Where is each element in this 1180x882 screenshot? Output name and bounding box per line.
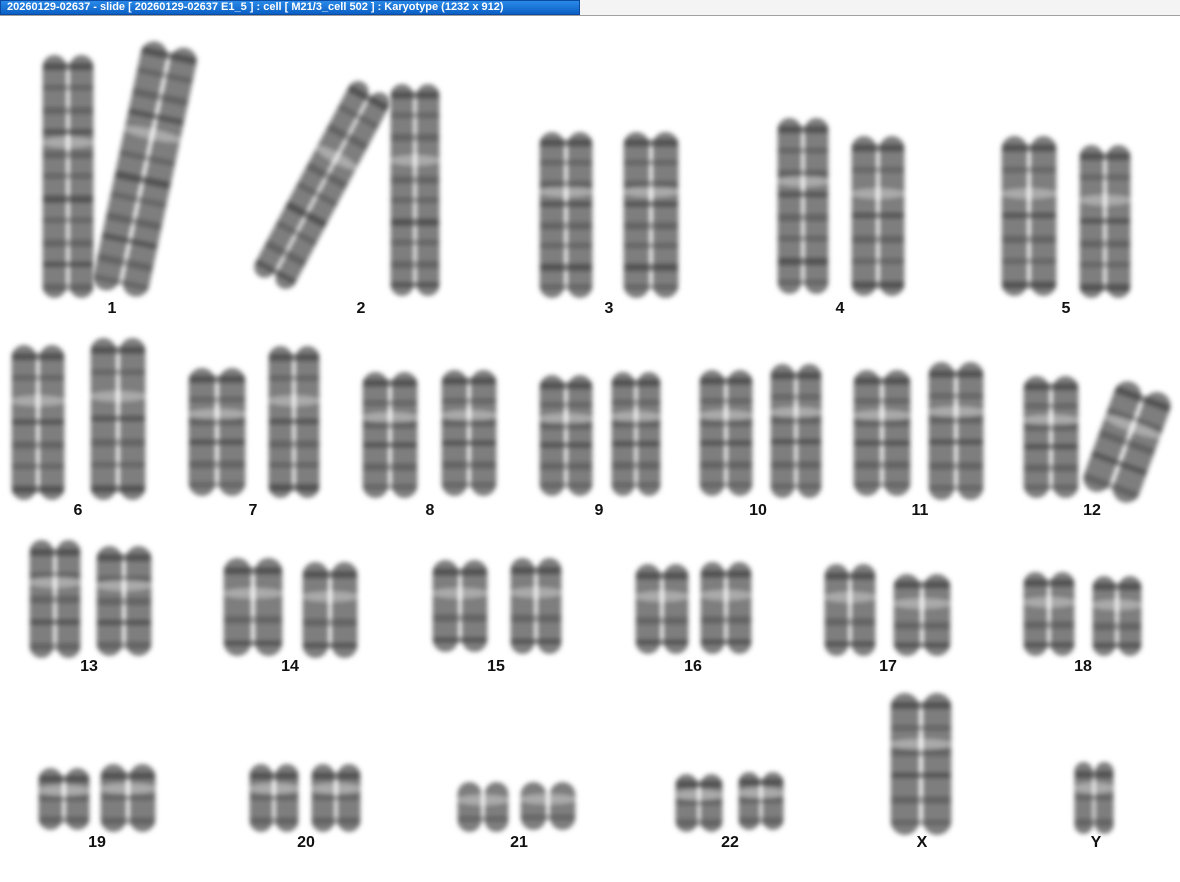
chromosome-label-18: 18 <box>1074 658 1092 675</box>
chromosome-label-17: 17 <box>879 658 897 675</box>
chromosome-14-homolog-1[interactable] <box>223 558 283 656</box>
chromosome-21-homolog-1[interactable] <box>457 782 509 832</box>
chromosome-2-homolog-2[interactable] <box>390 84 440 296</box>
chromosome-21-homolog-2[interactable] <box>520 782 576 830</box>
chromosome-group-20[interactable]: 20 <box>249 764 361 851</box>
chromosome-1-homolog-1[interactable] <box>42 55 94 298</box>
chromosome-6-homolog-1[interactable] <box>11 345 65 500</box>
chromosome-group-13[interactable]: 13 <box>29 540 152 675</box>
chromosome-label-11: 11 <box>912 502 929 519</box>
chromosome-22-homolog-1[interactable] <box>675 774 723 832</box>
chromosome-15-homolog-1[interactable] <box>432 560 488 652</box>
chromosome-label-8: 8 <box>426 502 435 519</box>
chromosome-group-10[interactable]: 10 <box>699 364 822 519</box>
chromosome-label-2: 2 <box>357 300 366 317</box>
window-title[interactable]: 20260129-02637 - slide [ 20260129-02637 … <box>0 0 580 15</box>
chromosome-group-3[interactable]: 3 <box>539 132 679 317</box>
chromosome-label-5: 5 <box>1062 300 1071 317</box>
chromosome-group-21[interactable]: 21 <box>457 782 576 851</box>
chromosome-3-homolog-1[interactable] <box>539 132 593 298</box>
chromosome-20-homolog-1[interactable] <box>249 764 299 832</box>
chromosome-14-homolog-2[interactable] <box>302 562 358 658</box>
chromosome-group-8[interactable]: 8 <box>362 370 497 519</box>
chromosome-5-homolog-2[interactable] <box>1079 145 1131 298</box>
chromosome-group-17[interactable]: 17 <box>824 564 951 675</box>
chromosome-19-homolog-2[interactable] <box>100 764 156 832</box>
karyogram-canvas: 1 2 3 4 56 7 8 9 10 11 1213 14 15 16 17 1819 20 21 22 X Y <box>11 39 1175 851</box>
chromosome-label-4: 4 <box>836 300 845 317</box>
chromosome-group-14[interactable]: 14 <box>223 558 358 675</box>
chromosome-group-11[interactable]: 11 <box>853 362 984 519</box>
chromosome-3-homolog-2[interactable] <box>623 132 679 298</box>
chromosome-13-homolog-2[interactable] <box>96 546 152 656</box>
chromosome-8-homolog-1[interactable] <box>362 372 418 498</box>
chromosome-11-homolog-1[interactable] <box>853 370 911 496</box>
chromosome-group-9[interactable]: 9 <box>539 372 661 519</box>
chromosome-20-homolog-2[interactable] <box>311 764 361 832</box>
chromosome-4-homolog-1[interactable] <box>777 118 829 294</box>
chromosome-label-6: 6 <box>74 502 83 519</box>
chromosome-group-4[interactable]: 4 <box>777 118 905 317</box>
chromosome-12-homolog-2[interactable] <box>1079 377 1175 507</box>
chromosome-16-homolog-2[interactable] <box>700 562 752 654</box>
chromosome-label-14: 14 <box>281 658 299 675</box>
chromosome-15-homolog-2[interactable] <box>510 558 562 654</box>
chromosome-label-22: 22 <box>721 834 739 851</box>
chromosome-group-22[interactable]: 22 <box>675 772 784 851</box>
chromosome-group-7[interactable]: 7 <box>188 346 320 519</box>
chromosome-label-16: 16 <box>684 658 702 675</box>
chromosome-17-homolog-1[interactable] <box>824 564 876 656</box>
chromosome-4-homolog-2[interactable] <box>851 136 905 296</box>
chromosome-group-16[interactable]: 16 <box>635 562 752 675</box>
chromosome-group-5[interactable]: 5 <box>1001 136 1131 317</box>
chromosome-22-homolog-2[interactable] <box>738 772 784 830</box>
title-bar: 20260129-02637 - slide [ 20260129-02637 … <box>0 0 1180 16</box>
chromosome-label-1: 1 <box>108 300 117 317</box>
chromosome-1-homolog-2[interactable] <box>90 39 200 300</box>
chromosome-label-x: X <box>917 834 928 851</box>
chromosome-group-19[interactable]: 19 <box>38 764 156 851</box>
chromosome-10-homolog-2[interactable] <box>770 364 822 498</box>
chromosome-group-x[interactable]: X <box>890 693 952 851</box>
chromosome-group-6[interactable]: 6 <box>11 338 146 519</box>
chromosome-10-homolog-1[interactable] <box>699 370 753 496</box>
chromosome-group-1[interactable]: 1 <box>42 39 200 317</box>
chromosome-16-homolog-1[interactable] <box>635 564 689 654</box>
chromosome-group-2[interactable]: 2 <box>250 77 440 317</box>
chromosome-8-homolog-2[interactable] <box>441 370 497 496</box>
chromosome-group-12[interactable]: 12 <box>1023 376 1175 519</box>
chromosome-label-20: 20 <box>297 834 315 851</box>
chromosome-label-7: 7 <box>249 502 258 519</box>
chromosome-6-homolog-2[interactable] <box>90 338 146 500</box>
chromosome-18-homolog-2[interactable] <box>1092 576 1142 656</box>
chromosome-label-15: 15 <box>487 658 505 675</box>
chromosome-17-homolog-2[interactable] <box>893 574 951 656</box>
chromosome-group-15[interactable]: 15 <box>432 558 562 675</box>
chromosome-label-13: 13 <box>80 658 98 675</box>
chromosome-19-homolog-1[interactable] <box>38 768 90 830</box>
chromosome-x-homolog-1[interactable] <box>890 693 952 835</box>
chromosome-13-homolog-1[interactable] <box>29 540 81 658</box>
chromosome-18-homolog-1[interactable] <box>1023 572 1075 656</box>
chromosome-group-y[interactable]: Y <box>1074 762 1114 851</box>
chromosome-label-19: 19 <box>88 834 106 851</box>
chromosome-label-9: 9 <box>595 502 604 519</box>
chromosome-12-homolog-1[interactable] <box>1023 376 1079 498</box>
chromosome-group-18[interactable]: 18 <box>1023 572 1142 675</box>
chromosome-label-21: 21 <box>510 834 528 851</box>
chromosome-11-homolog-2[interactable] <box>928 362 984 500</box>
chromosome-9-homolog-2[interactable] <box>611 372 661 496</box>
chromosome-label-3: 3 <box>605 300 614 317</box>
chromosome-7-homolog-2[interactable] <box>268 346 320 498</box>
chromosome-2-homolog-1[interactable] <box>250 77 394 293</box>
chromosome-y-homolog-1[interactable] <box>1074 762 1114 834</box>
chromosome-label-10: 10 <box>749 502 767 519</box>
chromosome-5-homolog-1[interactable] <box>1001 136 1057 296</box>
chromosome-9-homolog-1[interactable] <box>539 375 593 496</box>
chromosome-label-12: 12 <box>1083 502 1101 519</box>
chromosome-label-y: Y <box>1091 834 1102 851</box>
chromosome-7-homolog-1[interactable] <box>188 368 246 496</box>
